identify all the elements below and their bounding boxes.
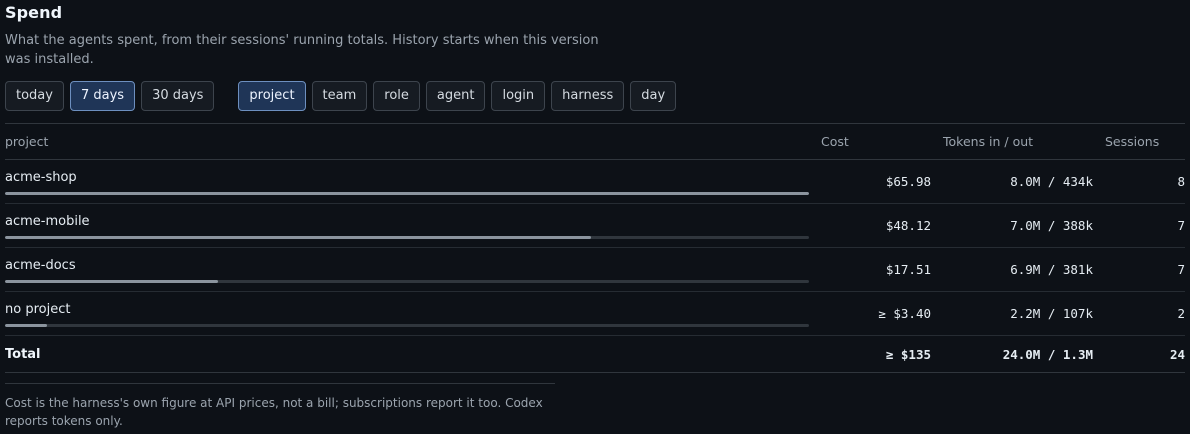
row-name-cell: acme-shop — [5, 159, 821, 204]
share-bar-fill — [5, 324, 47, 327]
filter-controls: today 7 days 30 days project team role agent l… — [5, 81, 677, 111]
table-row[interactable]: acme-docs $17.51 6.9M / 381k 7 — [5, 247, 1185, 292]
row-name-cell: acme-docs — [5, 247, 821, 292]
column-header-sessions[interactable]: Sessions — [1093, 123, 1185, 160]
row-name: no project — [5, 302, 71, 317]
range-today-button[interactable]: today — [5, 81, 64, 111]
group-by-project-button[interactable]: project — [238, 81, 306, 111]
group-by-role-button[interactable]: role — [373, 81, 420, 111]
total-tokens: 24.0M / 1.3M — [931, 335, 1093, 373]
share-bar-track — [5, 236, 809, 239]
row-cost: $65.98 — [821, 159, 931, 204]
column-header-group[interactable]: project — [5, 123, 821, 160]
group-by-harness-button[interactable]: harness — [551, 81, 625, 111]
table-row[interactable]: acme-shop $65.98 8.0M / 434k 8 — [5, 159, 1185, 204]
table-body: acme-shop $65.98 8.0M / 434k 8 acme-mobile $4… — [5, 159, 1185, 373]
share-bar-fill — [5, 236, 592, 239]
row-name-cell: no project — [5, 291, 821, 336]
group-by-login-button[interactable]: login — [491, 81, 546, 111]
range-selector: today 7 days 30 days — [5, 81, 215, 111]
group-by-team-button[interactable]: team — [311, 81, 368, 111]
share-bar-track — [5, 192, 809, 195]
row-sessions: 7 — [1093, 247, 1185, 292]
footnote-divider — [5, 383, 555, 384]
row-cost: ≥ $3.40 — [821, 291, 931, 336]
page-title: Spend — [5, 3, 63, 22]
row-name-cell: acme-mobile — [5, 203, 821, 248]
row-sessions: 8 — [1093, 159, 1185, 204]
range-30-days-button[interactable]: 30 days — [141, 81, 215, 111]
table-row[interactable]: no project ≥ $3.40 2.2M / 107k 2 — [5, 291, 1185, 336]
range-7-days-button[interactable]: 7 days — [69, 81, 136, 111]
row-cost: $17.51 — [821, 247, 931, 292]
share-bar-track — [5, 324, 809, 327]
total-label: Total — [5, 335, 821, 373]
row-cost: $48.12 — [821, 203, 931, 248]
share-bar-fill — [5, 280, 219, 283]
row-tokens: 8.0M / 434k — [931, 159, 1093, 204]
group-by-day-button[interactable]: day — [630, 81, 677, 111]
row-sessions: 2 — [1093, 291, 1185, 336]
total-cost: ≥ $135 — [821, 335, 931, 373]
row-name: acme-shop — [5, 170, 77, 185]
table-header-row: project Cost Tokens in / out Sessions — [5, 123, 1185, 160]
row-name: acme-docs — [5, 258, 76, 273]
row-tokens: 7.0M / 388k — [931, 203, 1093, 248]
row-tokens: 6.9M / 381k — [931, 247, 1093, 292]
column-header-tokens[interactable]: Tokens in / out — [931, 123, 1093, 160]
row-tokens: 2.2M / 107k — [931, 291, 1093, 336]
total-row: Total ≥ $135 24.0M / 1.3M 24 — [5, 335, 1185, 373]
column-header-cost[interactable]: Cost — [821, 123, 931, 160]
row-sessions: 7 — [1093, 203, 1185, 248]
page-description: What the agents spent, from their sessio… — [5, 33, 599, 67]
group-by-selector: project team role agent login harness day — [238, 81, 677, 111]
table-row[interactable]: acme-mobile $48.12 7.0M / 388k 7 — [5, 203, 1185, 248]
row-name: acme-mobile — [5, 214, 90, 229]
footnote: Cost is the harness's own figure at API … — [5, 396, 543, 428]
spend-table: project Cost Tokens in / out Sessions ac… — [5, 123, 1185, 373]
share-bar-track — [5, 280, 809, 283]
total-sessions: 24 — [1093, 335, 1185, 373]
share-bar-fill — [5, 192, 809, 195]
group-by-agent-button[interactable]: agent — [425, 81, 486, 111]
